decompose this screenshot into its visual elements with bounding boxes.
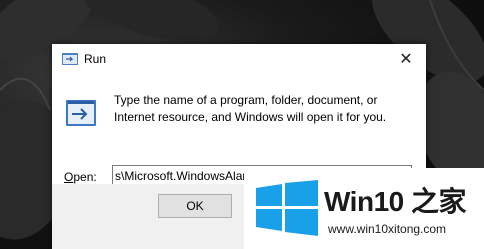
title-bar: Run ✕	[52, 44, 426, 74]
watermark-overlay: Win10 之家 www.win10xitong.com	[244, 168, 484, 249]
open-label: Open:	[64, 170, 97, 184]
dialog-description: Type the name of a program, folder, docu…	[114, 93, 387, 124]
open-label-accelerator: O	[64, 170, 74, 184]
close-icon: ✕	[399, 51, 413, 68]
watermark-title: Win10 之家	[324, 186, 467, 217]
windows-logo-icon	[256, 180, 318, 236]
run-large-icon	[66, 100, 96, 126]
run-app-icon	[62, 53, 78, 65]
ok-button[interactable]: OK	[158, 194, 232, 218]
close-button[interactable]: ✕	[386, 44, 426, 74]
open-label-text: pen:	[73, 170, 97, 184]
watermark-url: www.win10xitong.com	[328, 222, 447, 236]
dialog-title: Run	[84, 52, 107, 66]
